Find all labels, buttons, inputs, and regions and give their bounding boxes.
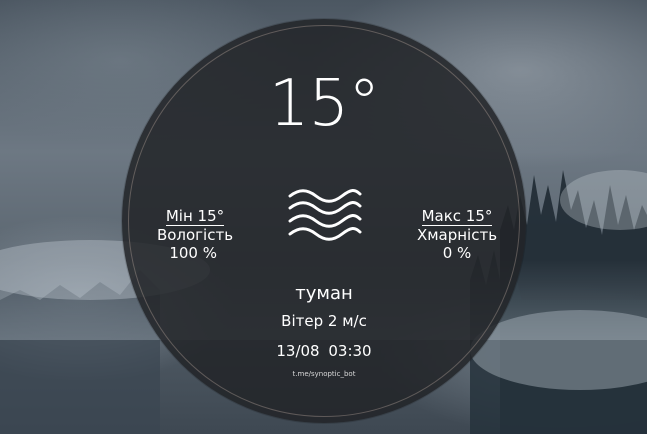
max-temperature: Макс 15° <box>421 207 493 226</box>
humidity-value: 100 % <box>169 244 217 262</box>
wind-speed: Вітер 2 м/с <box>281 312 367 330</box>
humidity-label: Вологість <box>156 226 234 244</box>
cloudiness-label: Хмарність <box>416 226 498 244</box>
weather-description: туман <box>295 283 353 304</box>
fog-icon <box>288 189 362 241</box>
forecast-datetime: 13/08 03:30 <box>276 342 372 360</box>
min-humidity-block: Мін 15° Вологість 100 % <box>140 207 250 263</box>
min-temperature: Мін 15° <box>165 207 225 226</box>
temperature: 15° <box>268 67 380 141</box>
bot-link: t.me/synoptic_bot <box>292 370 356 378</box>
cloudiness-value: 0 % <box>442 244 472 262</box>
max-cloudiness-block: Макс 15° Хмарність 0 % <box>402 207 512 263</box>
